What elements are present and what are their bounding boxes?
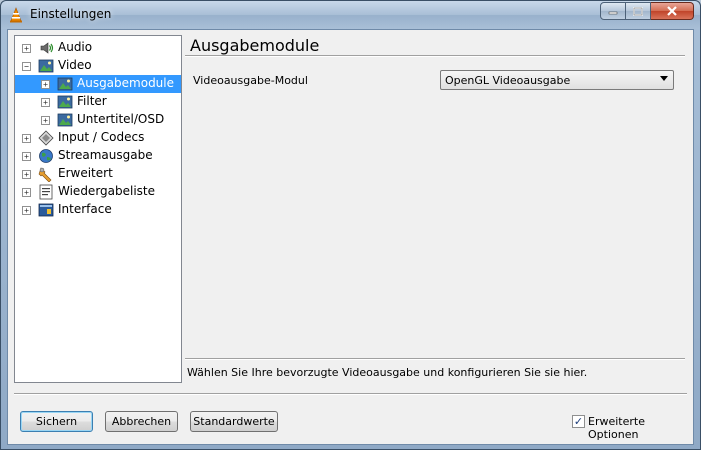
video-output-module-label: Videoausgabe-Modul (193, 74, 308, 87)
close-button[interactable] (651, 2, 694, 20)
minimize-icon (608, 11, 618, 15)
window-controls (600, 2, 694, 20)
expand-icon[interactable]: + (22, 206, 31, 215)
panel-description: Wählen Sie Ihre bevorzugte Videoausgabe … (187, 366, 588, 379)
tree-item-input-codecs[interactable]: + Input / Codecs (15, 129, 181, 147)
tree-item-label: Erweitert (58, 166, 113, 180)
video-icon (57, 95, 73, 109)
expand-icon[interactable]: + (22, 152, 31, 161)
video-output-module-select[interactable]: OpenGL Videoausgabe (440, 70, 674, 90)
tree-item-label: Untertitel/OSD (77, 112, 165, 126)
title-bar[interactable]: Einstellungen (1, 1, 700, 29)
expand-icon[interactable]: + (22, 134, 31, 143)
settings-window: Einstellungen + Audio − Video + Ausgabem… (0, 0, 701, 450)
window-title: Einstellungen (30, 7, 112, 21)
codec-icon (38, 130, 54, 146)
tree-item-streamausgabe[interactable]: + Streamausgabe (15, 147, 181, 165)
advanced-options-checkbox[interactable]: ✓ (572, 415, 585, 428)
tree-item-label: Filter (77, 94, 107, 108)
expand-icon[interactable]: + (22, 188, 31, 197)
vlc-cone-icon (10, 7, 22, 23)
divider (185, 56, 685, 57)
expand-icon[interactable]: + (22, 44, 31, 53)
video-icon (57, 113, 73, 127)
playlist-icon (39, 184, 53, 200)
chevron-down-icon (660, 76, 668, 81)
expand-icon[interactable]: + (41, 98, 50, 107)
minimize-button[interactable] (600, 2, 626, 20)
interface-icon (38, 203, 54, 217)
defaults-button[interactable]: Standardwerte (190, 411, 278, 432)
tree-item-label: Video (58, 58, 92, 72)
settings-tree[interactable]: + Audio − Video + Ausgabemodule + Filter… (14, 35, 182, 383)
tree-item-ausgabemodule[interactable]: + Ausgabemodule (15, 75, 181, 93)
globe-icon (39, 149, 53, 163)
divider (185, 359, 685, 360)
advanced-options-label[interactable]: Erweiterte Optionen (588, 415, 693, 441)
tree-item-interface[interactable]: + Interface (15, 201, 181, 219)
video-icon (57, 77, 73, 91)
collapse-icon[interactable]: − (22, 62, 31, 71)
select-value: OpenGL Videoausgabe (445, 74, 571, 87)
tree-item-erweitert[interactable]: + Erweitert (15, 165, 181, 183)
expand-icon[interactable]: + (41, 80, 50, 89)
tree-item-filter[interactable]: + Filter (15, 93, 181, 111)
tree-item-wiedergabeliste[interactable]: + Wiedergabeliste (15, 183, 181, 201)
cancel-button[interactable]: Abbrechen (105, 411, 178, 432)
tree-item-label: Streamausgabe (58, 148, 153, 162)
tree-item-untertitel-osd[interactable]: + Untertitel/OSD (15, 111, 181, 129)
dialog-client: + Audio − Video + Ausgabemodule + Filter… (7, 29, 694, 445)
maximize-icon (633, 6, 643, 16)
video-icon (38, 59, 54, 73)
divider (14, 394, 687, 395)
maximize-button[interactable] (626, 2, 651, 20)
tree-item-audio[interactable]: + Audio (15, 39, 181, 57)
tree-item-label: Input / Codecs (58, 130, 145, 144)
wrench-icon (38, 167, 52, 182)
tree-item-label: Audio (58, 40, 93, 54)
expand-icon[interactable]: + (22, 170, 31, 179)
close-icon (667, 6, 677, 16)
tree-item-label: Wiedergabeliste (58, 184, 156, 198)
page-title: Ausgabemodule (190, 36, 320, 55)
save-button[interactable]: Sichern (20, 411, 93, 432)
tree-item-video[interactable]: − Video (15, 57, 181, 75)
tree-item-label: Ausgabemodule (75, 76, 177, 91)
tree-item-label: Interface (58, 202, 112, 216)
speaker-icon (40, 42, 54, 54)
expand-icon[interactable]: + (41, 116, 50, 125)
